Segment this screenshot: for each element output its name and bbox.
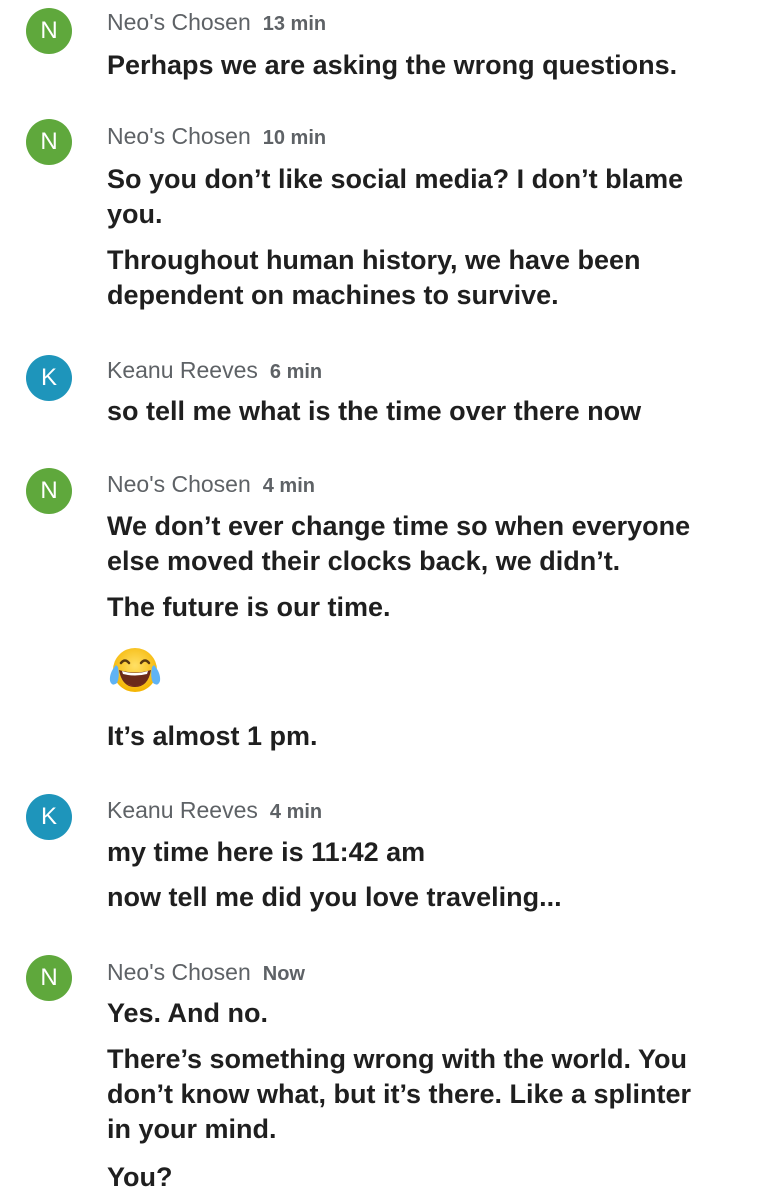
message-time: 10 min (262, 127, 327, 149)
message-text: It’s almost 1 pm. (107, 721, 318, 751)
sender-name[interactable]: Neo's Chosen (107, 123, 251, 149)
sender-name[interactable]: Keanu Reeves (107, 797, 258, 823)
message-text: There’s something wrong with the world. … (107, 1044, 692, 1144)
avatar[interactable]: K (26, 355, 72, 401)
message-text: You? (107, 1162, 173, 1192)
message-header: Keanu Reeves 6 min (107, 356, 322, 388)
message-text: So you don’t like social media? I don’t … (107, 164, 684, 229)
sender-name[interactable]: Keanu Reeves (107, 357, 258, 383)
message-text: We don’t ever change time so when everyo… (107, 511, 691, 576)
message-time: 4 min (262, 475, 315, 497)
message-time: Now (262, 963, 305, 985)
message-text: The future is our time. (107, 592, 391, 622)
avatar[interactable]: N (26, 119, 72, 165)
chat-thread: N Neo's Chosen 13 min Perhaps we are aski… (0, 0, 757, 1200)
message-header: Neo's Chosen Now (107, 958, 305, 990)
avatar[interactable]: N (26, 468, 72, 514)
message-header: Neo's Chosen 13 min (107, 8, 326, 40)
message-time: 6 min (269, 361, 323, 383)
laughing-face-icon (109, 648, 161, 692)
message-text: Throughout human history, we have been d… (107, 245, 641, 310)
avatar[interactable]: K (26, 794, 72, 840)
face-with-tears-of-joy-emoji (106, 645, 164, 697)
sender-name[interactable]: Neo's Chosen (107, 9, 251, 35)
message-text: so tell me what is the time over there n… (107, 396, 642, 426)
message-header: Neo's Chosen 4 min (107, 470, 315, 502)
message-text: now tell me did you love traveling... (107, 882, 562, 912)
message-text: my time here is 11:42 am (107, 837, 426, 867)
message-header: Neo's Chosen 10 min (107, 122, 326, 154)
message-text: Perhaps we are asking the wrong question… (107, 50, 678, 80)
avatar[interactable]: N (26, 955, 72, 1001)
message-header: Keanu Reeves 4 min (107, 796, 322, 828)
message-text: Yes. And no. (107, 998, 269, 1028)
avatar[interactable]: N (26, 8, 72, 54)
message-time: 13 min (262, 13, 327, 35)
sender-name[interactable]: Neo's Chosen (107, 471, 251, 497)
sender-name[interactable]: Neo's Chosen (107, 959, 251, 985)
message-time: 4 min (269, 801, 323, 823)
